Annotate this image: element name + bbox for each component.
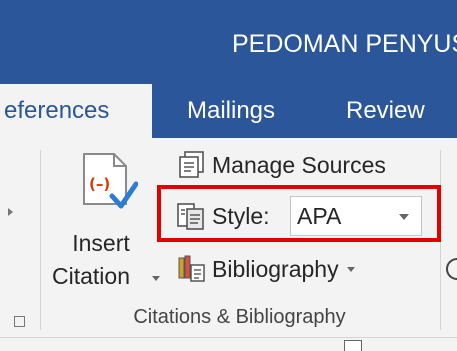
ribbon-tabs: eferences Mailings Review: [0, 84, 457, 138]
bibliography-button[interactable]: Bibliography: [176, 252, 355, 286]
citations-bibliography-group-label: Citations & Bibliography: [133, 306, 346, 328]
citation-glyph: (–): [89, 175, 110, 193]
group-label: Citations & Bibliography: [0, 306, 457, 329]
tab-mailings[interactable]: Mailings: [187, 84, 275, 138]
insert-citation-label-2: Citation: [52, 263, 130, 289]
manage-sources-button[interactable]: Manage Sources: [176, 148, 386, 182]
document-title: PEDOMAN PENYUS: [232, 30, 457, 58]
insert-citation-label: Insert: [72, 230, 130, 256]
bibliography-label: Bibliography: [212, 255, 339, 282]
bibliography-icon: [178, 255, 205, 282]
insert-citation-button[interactable]: (–) Insert Citation: [52, 146, 162, 296]
insert-citation-icon: (–): [83, 153, 138, 209]
manage-sources-icon: [179, 151, 204, 178]
annotation-highlight-box: [157, 185, 441, 242]
chevron-down-icon: [152, 276, 160, 281]
title-bar: PEDOMAN PENYUS: [0, 0, 457, 84]
ribbon-divider: [0, 337, 457, 338]
group-divider: [40, 150, 41, 330]
chevron-right-icon[interactable]: [8, 208, 13, 216]
scrollbar-thumb[interactable]: [344, 340, 362, 351]
tab-review[interactable]: Review: [346, 84, 425, 138]
chevron-down-icon: [346, 266, 355, 272]
manage-sources-label: Manage Sources: [212, 151, 386, 178]
tab-references[interactable]: eferences: [0, 84, 152, 138]
